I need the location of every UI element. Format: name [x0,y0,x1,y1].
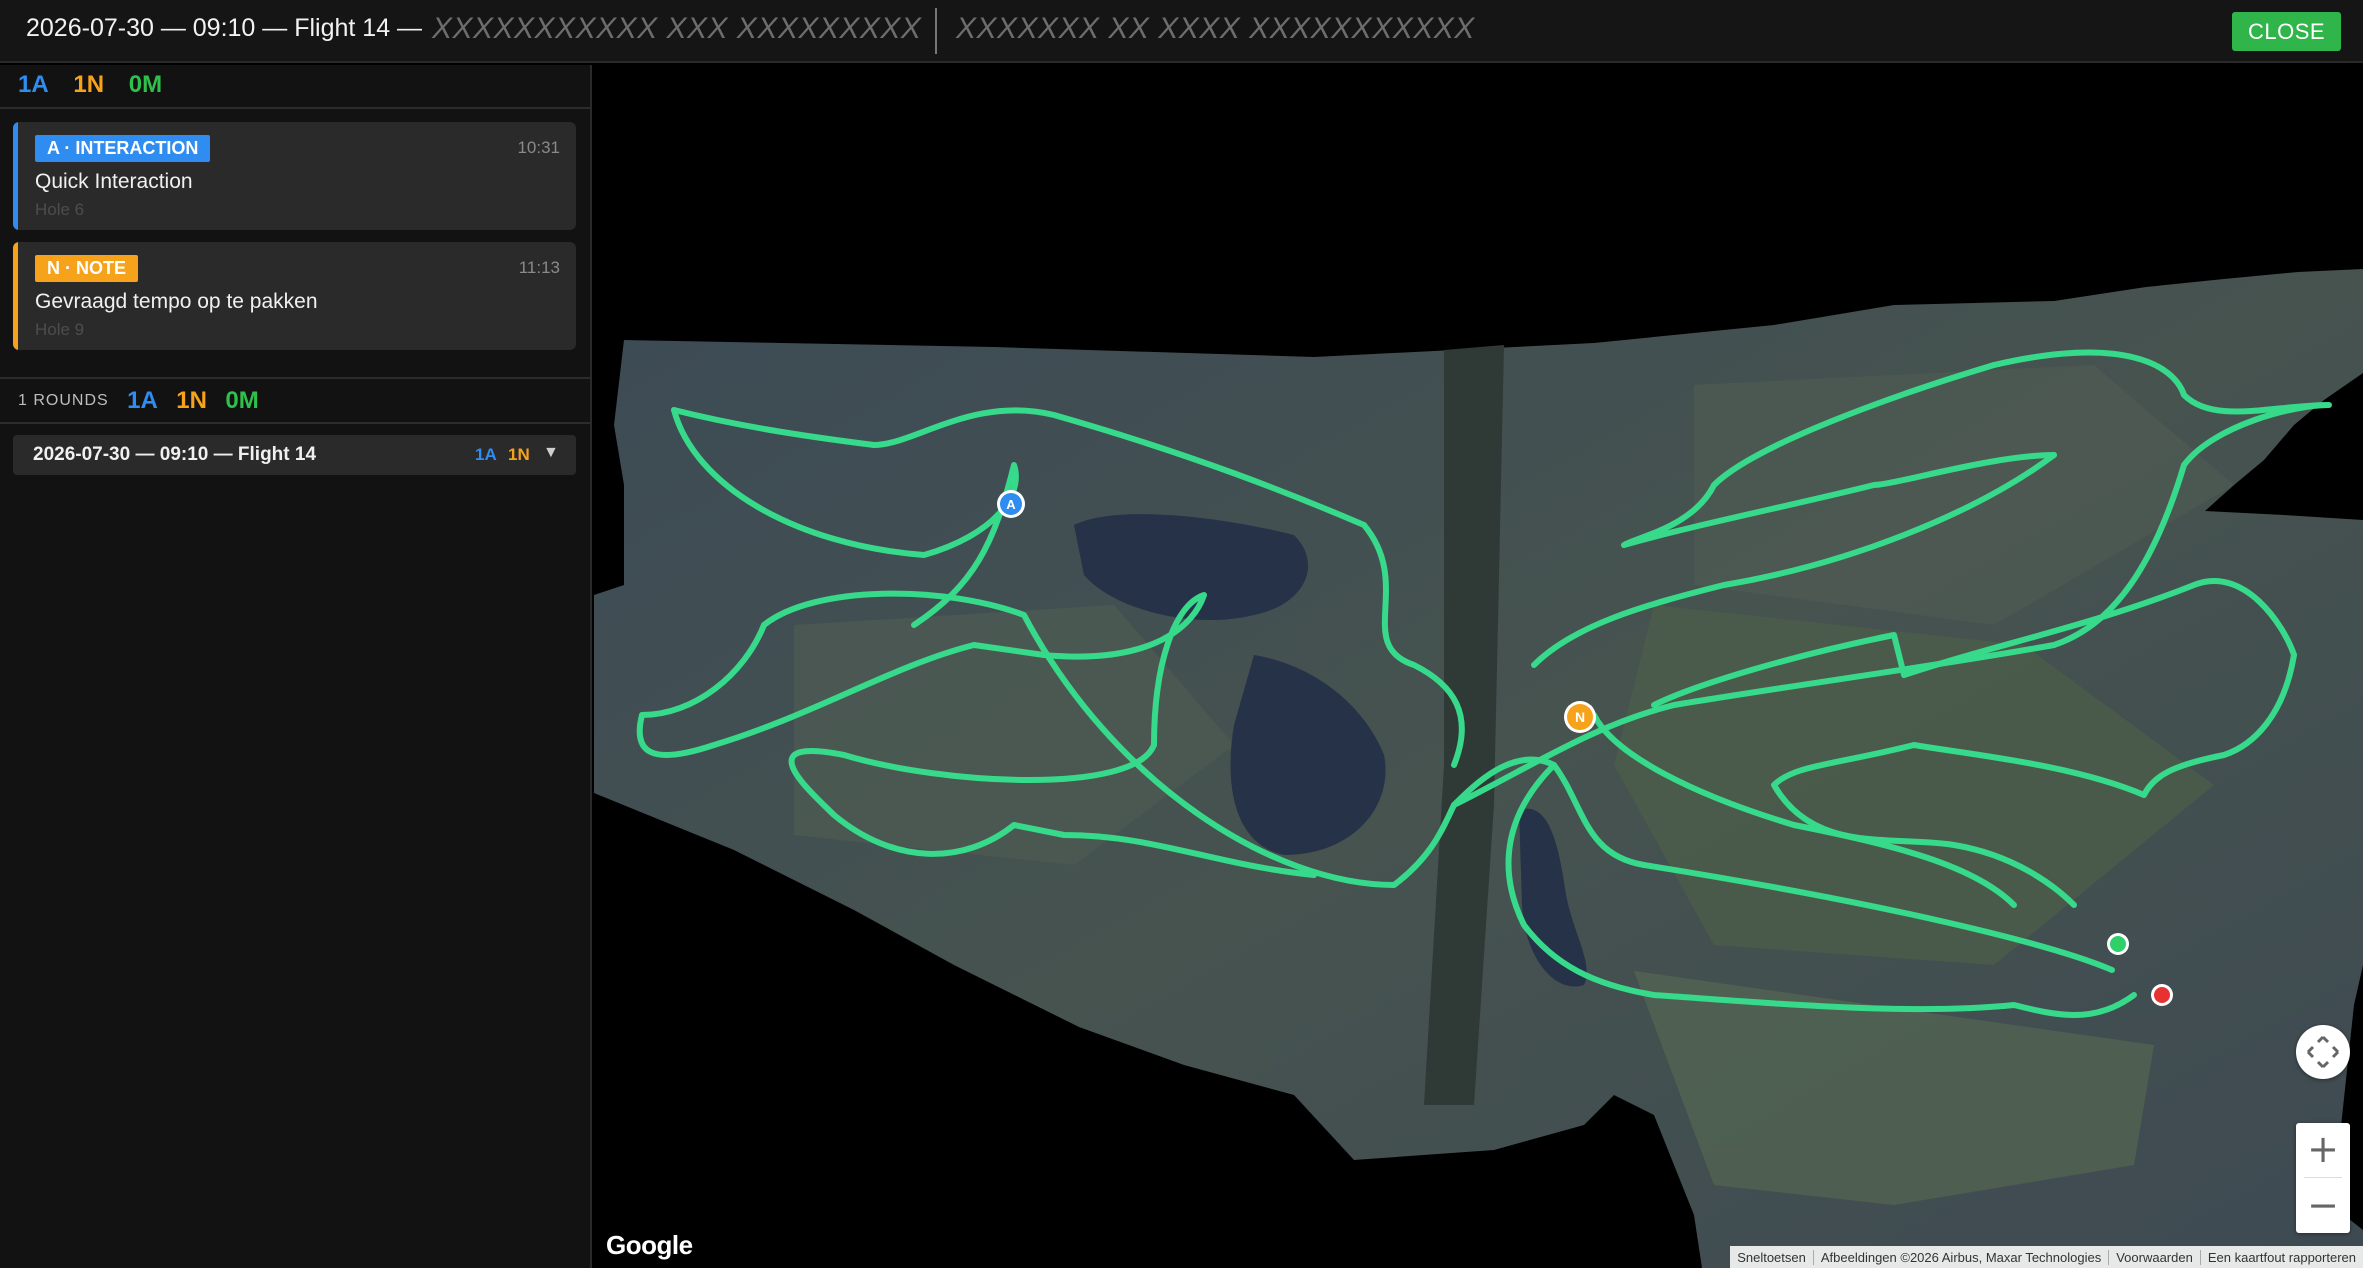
rounds-count-n: 1N [176,387,207,414]
satellite-map[interactable]: A N [594,65,2363,1268]
redacted-text-1: XXXXXXXXXXX XXX XXXXXXXXX [432,12,922,45]
rounds-label: 1 ROUNDS [18,392,109,409]
svg-text:N: N [1575,709,1585,725]
event-badge: A · INTERACTION [35,135,211,162]
track-start-marker[interactable] [2107,933,2129,955]
sidebar: 1A 1N 0M A · INTERACTION 10:31 Quick Int… [0,65,592,1268]
event-card-interaction[interactable]: A · INTERACTION 10:31 Quick Interaction … [13,122,576,230]
recenter-button[interactable] [2296,1025,2350,1079]
rounds-count-a: 1A [127,387,158,414]
zoom-out-button[interactable]: − [2296,1179,2350,1233]
title-divider [935,8,937,54]
terms-link[interactable]: Voorwaarden [2108,1249,2200,1265]
close-button[interactable]: CLOSE [2232,12,2341,51]
report-error-link[interactable]: Een kaartfout rapporteren [2199,1249,2363,1265]
top-bar: 2026-07-30 — 09:10 — Flight 14 — XXXXXXX… [0,0,2363,63]
google-logo: Google [606,1230,693,1260]
event-accent-bar [13,122,18,230]
track-end-marker[interactable] [2151,984,2173,1006]
divider [0,107,590,109]
round-count-a: 1A [475,445,497,464]
imagery-credit: Afbeeldingen ©2026 Airbus, Maxar Technol… [1812,1249,2108,1265]
zoom-in-button[interactable]: + [2296,1123,2350,1177]
chevron-down-icon[interactable]: ▼ [543,444,559,462]
marker-a[interactable]: A [997,490,1025,518]
event-hole: Hole 6 [35,200,85,219]
event-time: 11:13 [518,258,560,277]
event-hole: Hole 9 [35,320,85,339]
event-text: Quick Interaction [35,170,193,193]
zoom-control: + − [2296,1123,2350,1233]
map-attribution: Sneltoetsen Afbeeldingen ©2026 Airbus, M… [1730,1246,2363,1268]
round-count-n: 1N [508,445,530,464]
event-time: 10:31 [517,138,560,157]
svg-text:A: A [1006,497,1016,512]
round-item[interactable]: 2026-07-30 — 09:10 — Flight 14 1A 1N ▼ [13,435,576,475]
recenter-icon [2306,1035,2340,1069]
event-accent-bar [13,242,18,350]
zoom-divider [2304,1177,2342,1178]
count-m[interactable]: 0M [129,71,162,98]
redacted-text-2: XXXXXXX XX XXXX XXXXXXXXXXX [956,12,1475,45]
divider [0,377,590,379]
round-name: 2026-07-30 — 09:10 — Flight 14 [33,444,317,465]
flight-title: 2026-07-30 — 09:10 — Flight 14 — [26,14,423,42]
event-text: Gevraagd tempo op te pakken [35,290,318,313]
divider [0,422,590,424]
marker-n[interactable]: N [1564,701,1596,733]
count-a[interactable]: 1A [18,71,49,98]
event-card-note[interactable]: N · NOTE 11:13 Gevraagd tempo op te pakk… [13,242,576,350]
map-view[interactable]: A N Google Sneltoetsen Afbeeldingen ©202… [594,65,2363,1268]
rounds-count-m: 0M [225,387,259,414]
rounds-summary: 1 ROUNDS 1A 1N 0M [18,387,273,415]
keyboard-shortcuts-link[interactable]: Sneltoetsen [1730,1250,1813,1265]
event-counts: 1A 1N 0M [18,71,180,99]
event-badge: N · NOTE [35,255,138,282]
count-n[interactable]: 1N [73,71,104,98]
